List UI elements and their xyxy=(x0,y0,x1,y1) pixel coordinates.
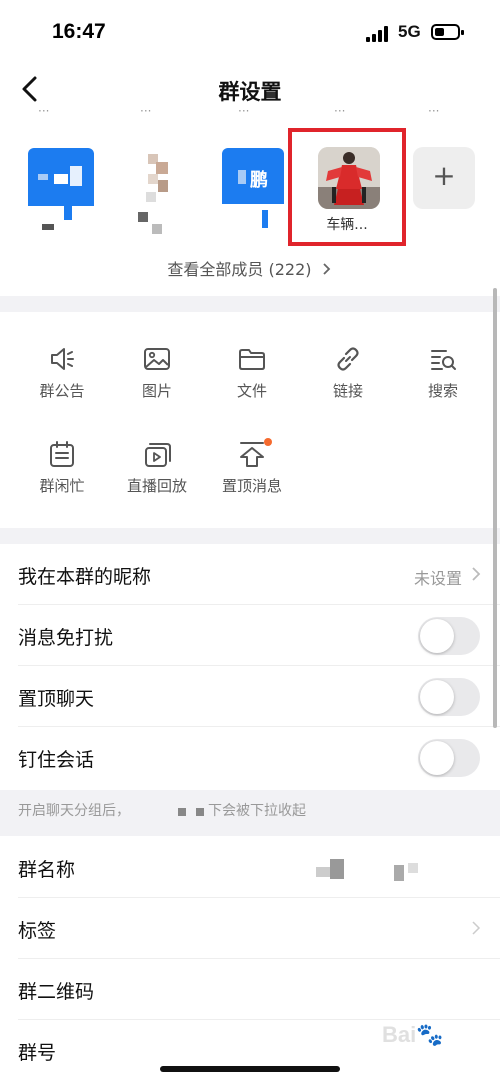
folder-icon xyxy=(239,349,265,370)
hint-text-tail: 下会被下拉收起 xyxy=(208,803,306,819)
scrollbar[interactable] xyxy=(493,288,497,728)
add-member-button[interactable]: + xyxy=(413,147,475,209)
tool-announcement[interactable]: 群公告 xyxy=(22,344,102,401)
member-name: 车辆... xyxy=(326,217,368,233)
chevron-right-icon xyxy=(472,567,481,581)
signal-icon xyxy=(366,26,390,42)
tool-label: 置顶消息 xyxy=(221,477,282,495)
calendar-icon xyxy=(50,441,74,467)
tool-pinned-messages[interactable]: 置顶消息 xyxy=(212,439,292,496)
row-label: 置顶聊天 xyxy=(18,688,95,710)
member-name: ··· xyxy=(334,110,346,118)
pin-chat-toggle[interactable] xyxy=(418,678,480,716)
row-label: 钉住会话 xyxy=(18,749,95,771)
page-title: 群设置 xyxy=(218,80,282,104)
row-label: 消息免打扰 xyxy=(18,627,114,649)
stick-session-row: 钉住会话 xyxy=(0,727,500,788)
member-name: ··· xyxy=(38,110,50,118)
tags-row[interactable]: 标签 xyxy=(0,898,500,959)
stick-session-toggle[interactable] xyxy=(418,739,480,777)
tool-label: 群公告 xyxy=(39,382,85,400)
watermark-logo: Bai🐾 xyxy=(382,1022,444,1047)
tool-busy-status[interactable]: 群闲忙 xyxy=(22,439,102,496)
nickname-value: 未设置 xyxy=(413,569,462,588)
group-name-row[interactable]: 群名称 xyxy=(0,837,500,898)
new-badge-dot xyxy=(264,438,272,446)
pin-top-icon xyxy=(240,442,264,467)
member-avatar-photo xyxy=(318,147,380,209)
row-label: 我在本群的昵称 xyxy=(18,566,152,588)
section-divider xyxy=(0,296,500,312)
nickname-row[interactable]: 我在本群的昵称 未设置 xyxy=(0,544,500,605)
tool-label: 直播回放 xyxy=(126,477,187,495)
status-time: 16:47 xyxy=(52,20,106,43)
avatar-text: 鹏 xyxy=(250,170,268,191)
view-all-members-label: 查看全部成员 (222) xyxy=(167,260,312,279)
nav-bar: 群设置 xyxy=(0,64,500,116)
member-name: ··· xyxy=(428,110,440,118)
tool-label: 链接 xyxy=(332,382,363,400)
tool-images[interactable]: 图片 xyxy=(117,344,197,401)
home-indicator[interactable] xyxy=(160,1066,340,1072)
member-avatar[interactable] xyxy=(26,148,96,230)
member-name: ··· xyxy=(238,110,250,118)
member-avatar[interactable]: 鹏 xyxy=(222,148,292,228)
tool-live-replay[interactable]: 直播回放 xyxy=(117,439,197,496)
tool-label: 文件 xyxy=(236,382,267,400)
status-bar: 16:47 5G xyxy=(0,0,500,64)
mute-toggle[interactable] xyxy=(418,617,480,655)
mute-row: 消息免打扰 xyxy=(0,605,500,666)
member-name: ··· xyxy=(140,110,152,118)
highlighted-member[interactable]: 车辆... xyxy=(288,128,406,246)
tool-search[interactable]: 搜索 xyxy=(403,344,483,401)
image-icon xyxy=(144,348,170,370)
tool-files[interactable]: 文件 xyxy=(212,344,292,401)
member-avatar[interactable] xyxy=(126,148,196,234)
row-label: 标签 xyxy=(18,920,57,942)
link-icon xyxy=(337,347,359,371)
qr-code-row[interactable]: 群二维码 xyxy=(0,959,500,1020)
row-label: 群二维码 xyxy=(18,981,95,1003)
hint-text: 开启聊天分组后， xyxy=(18,803,130,819)
chat-group-hint: 开启聊天分组后， 下会被下拉收起 xyxy=(0,790,500,836)
view-all-members-link[interactable]: 查看全部成员 (222) xyxy=(0,256,500,280)
member-names-row: ··· ··· ··· ··· ··· xyxy=(0,110,500,124)
battery-icon xyxy=(431,24,464,40)
megaphone-icon xyxy=(51,348,74,370)
row-label: 群号 xyxy=(18,1042,57,1064)
chevron-right-icon xyxy=(322,263,330,275)
search-list-icon xyxy=(431,350,456,370)
tool-label: 群闲忙 xyxy=(39,477,85,495)
tool-label: 搜索 xyxy=(427,382,458,400)
row-label: 群名称 xyxy=(18,859,76,881)
replay-icon xyxy=(145,443,171,467)
pin-chat-row: 置顶聊天 xyxy=(0,666,500,727)
chevron-right-icon xyxy=(472,921,481,935)
tool-label: 图片 xyxy=(141,382,172,400)
tool-links[interactable]: 链接 xyxy=(308,344,388,401)
network-type: 5G xyxy=(398,22,421,41)
section-divider xyxy=(0,528,500,544)
